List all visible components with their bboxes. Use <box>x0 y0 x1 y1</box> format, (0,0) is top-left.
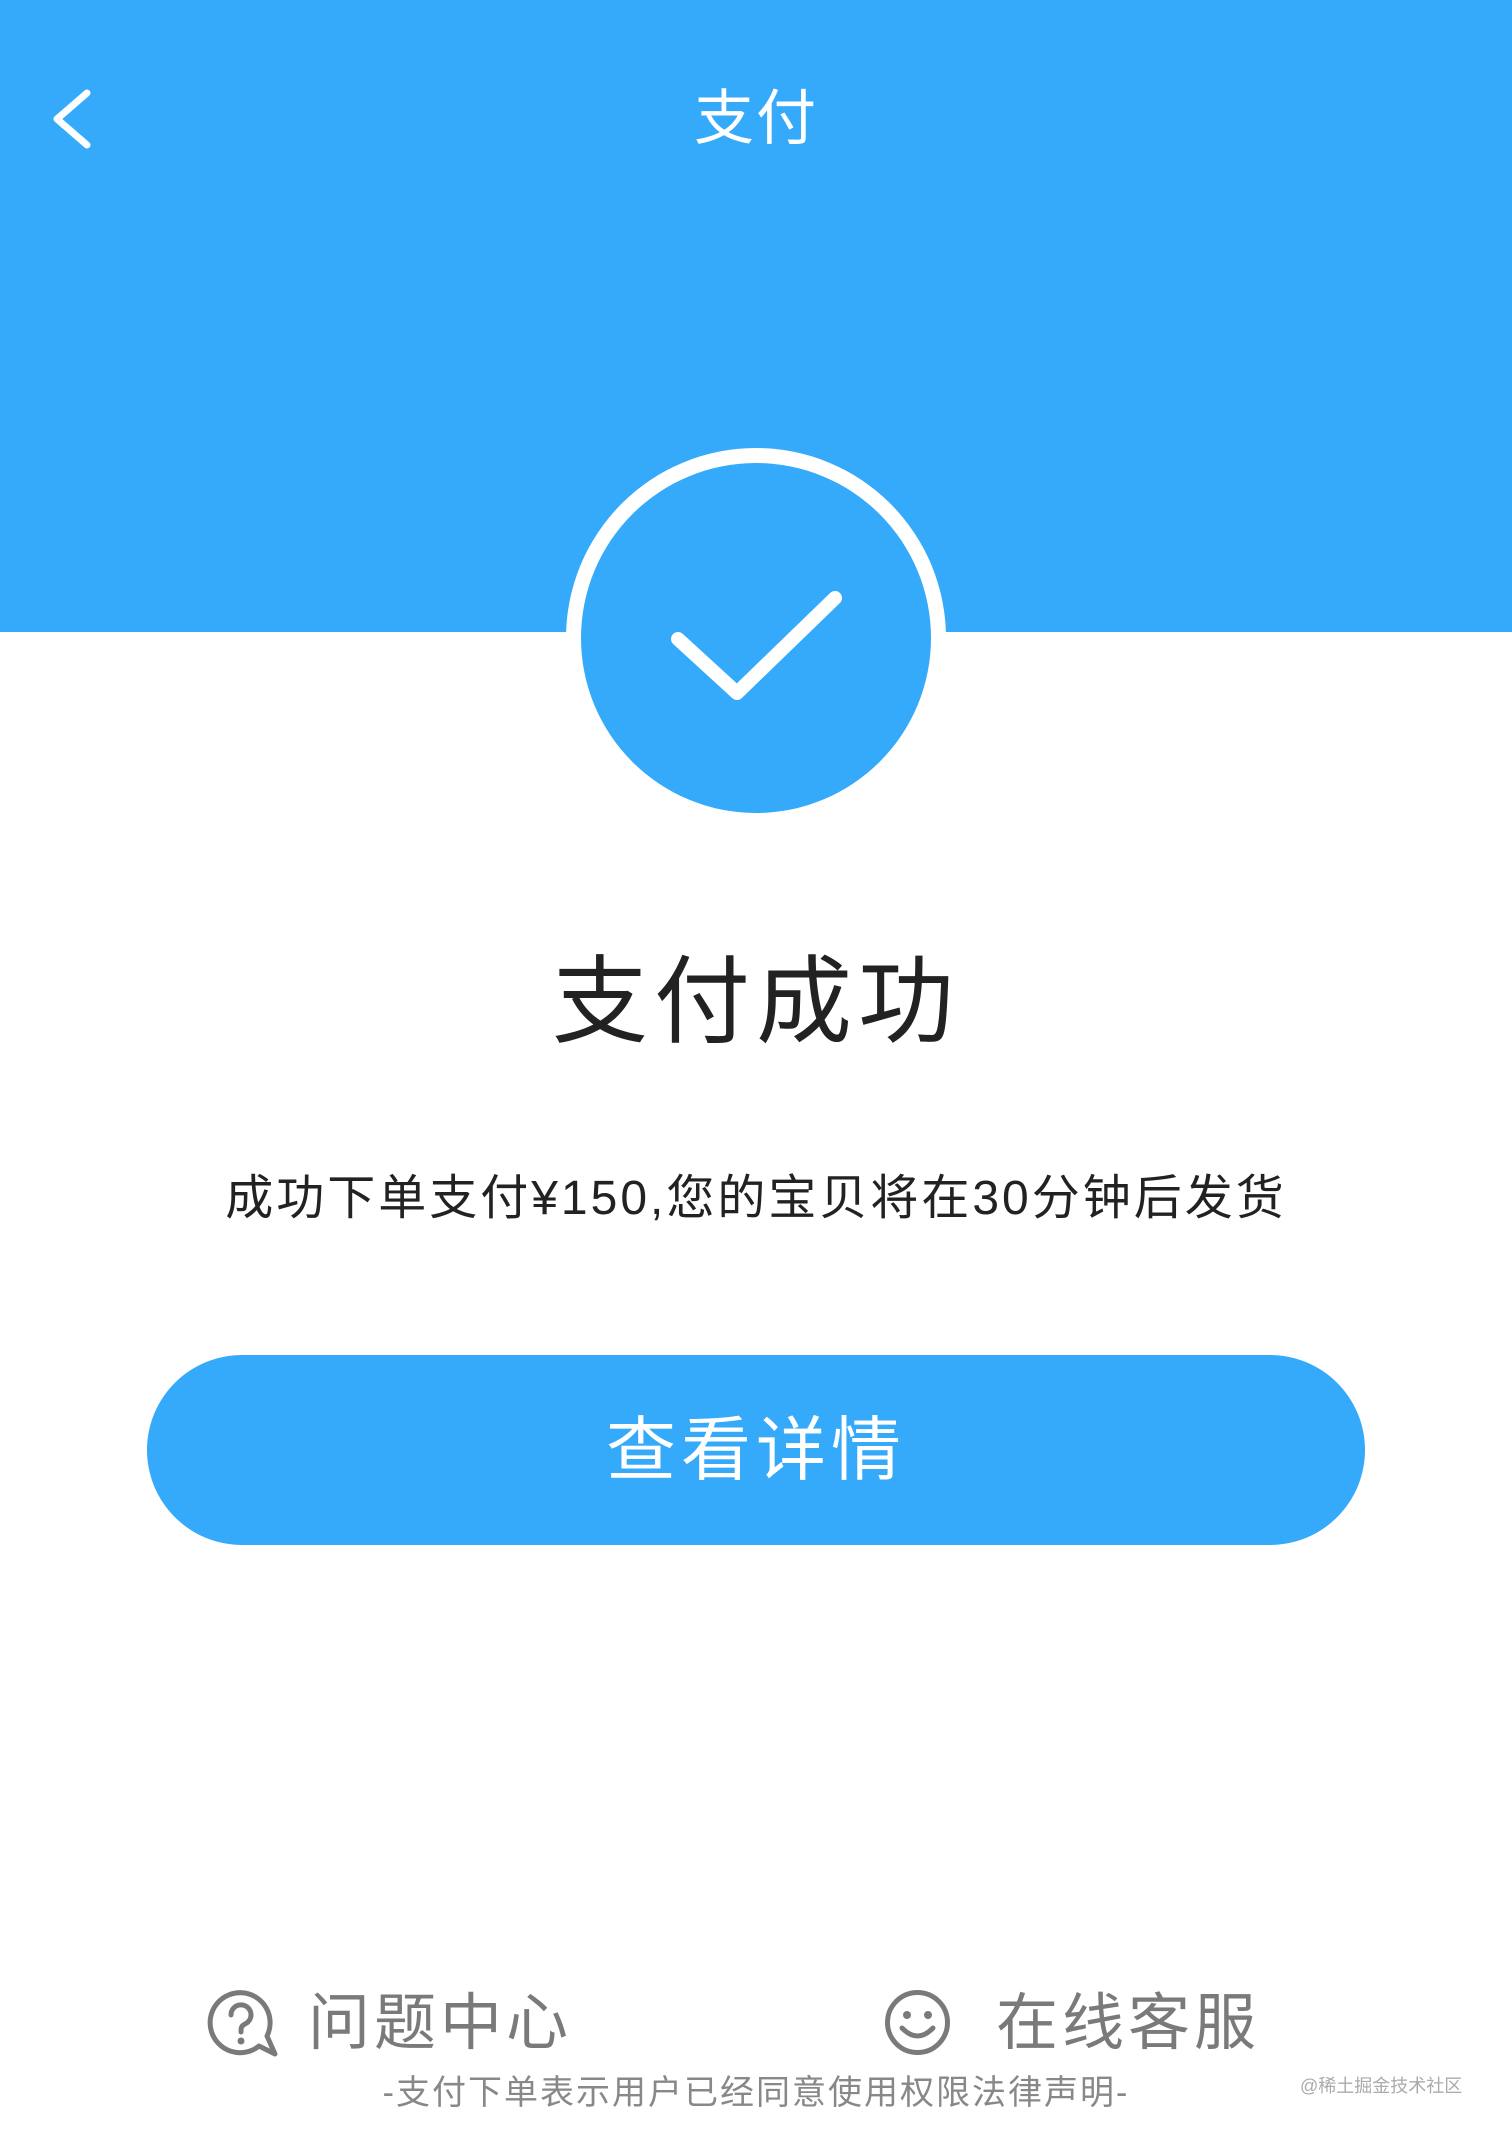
help-center-label: 问题中心 <box>308 1989 573 2058</box>
legal-note: -支付下单表示用户已经同意使用权限法律声明- <box>382 2074 1130 2112</box>
chevron-left-icon <box>53 89 91 149</box>
smiley-icon <box>884 1988 951 2057</box>
payment-result-screen: 支付 支付成功 成功下单支付¥150,您的宝贝将在30分钟后发货 查看详情 问题… <box>0 0 1512 2137</box>
customer-service-label: 在线客服 <box>996 1989 1261 2058</box>
checkmark-icon <box>671 591 842 700</box>
check-circle-icon <box>581 463 931 813</box>
watermark: @稀土掘金技术社区 <box>1300 2076 1463 2096</box>
view-details-button[interactable]: 查看详情 <box>147 1355 1365 1545</box>
page-title: 支付 <box>694 85 818 152</box>
view-details-label: 查看详情 <box>606 1411 906 1489</box>
question-bubble-icon <box>205 1988 280 2060</box>
help-center-link[interactable]: 问题中心 <box>200 1984 580 2064</box>
status-message: 成功下单支付¥150,您的宝贝将在30分钟后发货 <box>225 1172 1287 1225</box>
status-title: 支付成功 <box>552 949 960 1056</box>
back-button[interactable] <box>44 82 104 156</box>
customer-service-link[interactable]: 在线客服 <box>878 1984 1268 2064</box>
